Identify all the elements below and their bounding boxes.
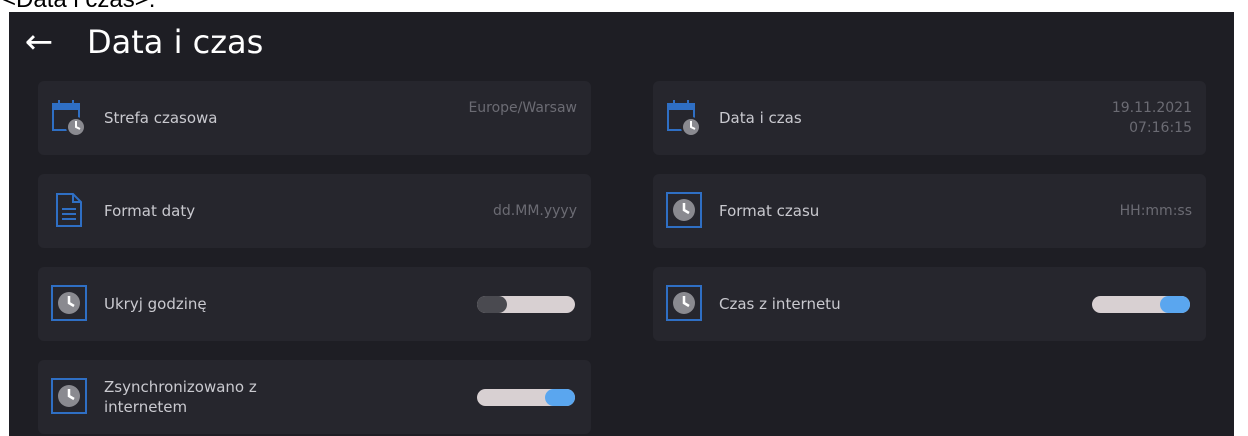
hide-time-toggle[interactable] bbox=[477, 296, 575, 313]
setting-label: Data i czas bbox=[719, 109, 802, 127]
time-format-value: HH:mm:ss bbox=[1119, 203, 1192, 219]
setting-value-date-format: dd.MM.yyyy bbox=[493, 174, 577, 248]
setting-date-time[interactable]: Data i czas 19.11.2021 07:16:15 bbox=[653, 81, 1206, 155]
page-title: Data i czas bbox=[87, 23, 264, 61]
synced-toggle[interactable] bbox=[477, 389, 575, 406]
clock-icon bbox=[666, 192, 702, 228]
toggle-knob bbox=[545, 389, 575, 406]
header: ← Data i czas bbox=[9, 12, 1234, 72]
clock-icon bbox=[51, 285, 87, 321]
setting-label: Format daty bbox=[104, 202, 196, 220]
toggle-knob bbox=[1160, 296, 1190, 313]
date-time-screen: ← Data i czas Strefa czasowa Europe/Wars… bbox=[9, 12, 1234, 436]
date-format-value: dd.MM.yyyy bbox=[493, 203, 577, 219]
calendar-clock-icon bbox=[52, 100, 86, 136]
setting-label: Strefa czasowa bbox=[104, 109, 218, 127]
back-button[interactable]: ← bbox=[19, 20, 59, 64]
setting-value-date-time: 19.11.2021 07:16:15 bbox=[1112, 81, 1192, 155]
setting-hide-time[interactable]: Ukryj godzinę bbox=[38, 267, 591, 341]
setting-label: Ukryj godzinę bbox=[104, 295, 207, 313]
calendar-clock-icon bbox=[667, 100, 701, 136]
setting-time-zone[interactable]: Strefa czasowa Europe/Warsaw bbox=[38, 81, 591, 155]
clock-icon bbox=[51, 378, 87, 414]
setting-date-format[interactable]: Format daty dd.MM.yyyy bbox=[38, 174, 591, 248]
setting-internet-time[interactable]: Czas z internetu bbox=[653, 267, 1206, 341]
setting-label: Format czasu bbox=[719, 202, 820, 220]
setting-time-format[interactable]: Format czasu HH:mm:ss bbox=[653, 174, 1206, 248]
setting-synced[interactable]: Zsynchronizowano z internetem bbox=[38, 360, 591, 434]
arrow-left-icon: ← bbox=[24, 22, 54, 62]
date-value: 19.11.2021 bbox=[1111, 100, 1192, 116]
setting-label: Czas z internetu bbox=[719, 295, 841, 313]
toggle-knob bbox=[477, 296, 507, 313]
time-value: 07:16:15 bbox=[1129, 120, 1192, 136]
internet-time-toggle[interactable] bbox=[1092, 296, 1190, 313]
setting-label: Zsynchronizowano z internetem bbox=[104, 378, 257, 416]
setting-value-time-zone: Europe/Warsaw bbox=[468, 81, 577, 155]
document-icon bbox=[56, 193, 82, 227]
time-zone-value: Europe/Warsaw bbox=[468, 100, 577, 116]
setting-value-time-format: HH:mm:ss bbox=[1120, 174, 1192, 248]
clock-icon bbox=[666, 285, 702, 321]
